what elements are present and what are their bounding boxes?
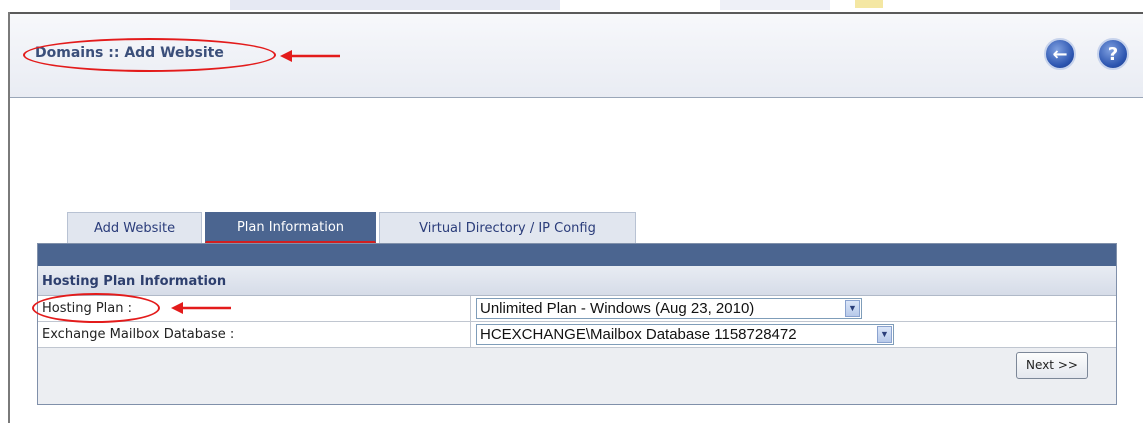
exchange-mailbox-value: HCEXCHANGE\Mailbox Database 1158728472 bbox=[480, 326, 797, 343]
next-button[interactable]: Next >> bbox=[1016, 352, 1088, 379]
back-arrow-icon: ← bbox=[1052, 43, 1068, 65]
decoration-shape bbox=[720, 0, 830, 10]
column-divider bbox=[470, 296, 471, 321]
plan-information-panel: Hosting Plan Information Hosting Plan : … bbox=[32, 243, 1117, 405]
page-header: Domains :: Add Website ← ? bbox=[10, 12, 1143, 98]
tab-plan-information[interactable]: Plan Information bbox=[205, 212, 376, 243]
tab-virtual-directory-ip-config[interactable]: Virtual Directory / IP Config bbox=[379, 212, 636, 243]
panel-header-bar bbox=[38, 244, 1116, 266]
annotation-arrow-icon bbox=[280, 50, 340, 62]
top-decoration-band bbox=[0, 0, 1143, 12]
help-question-icon: ? bbox=[1107, 43, 1119, 65]
back-button[interactable]: ← bbox=[1044, 38, 1076, 70]
chevron-down-icon[interactable]: ▼ bbox=[845, 300, 860, 317]
hosting-plan-value: Unlimited Plan - Windows (Aug 23, 2010) bbox=[480, 300, 755, 317]
tab-add-website[interactable]: Add Website bbox=[67, 212, 202, 243]
tab-label: Plan Information bbox=[236, 219, 345, 235]
column-divider bbox=[470, 322, 471, 347]
decoration-shape bbox=[855, 0, 883, 8]
chevron-down-icon[interactable]: ▼ bbox=[877, 326, 892, 343]
exchange-mailbox-label: Exchange Mailbox Database : bbox=[42, 327, 235, 342]
tab-label: Virtual Directory / IP Config bbox=[419, 220, 596, 236]
section-title: Hosting Plan Information bbox=[38, 266, 1116, 296]
help-button[interactable]: ? bbox=[1097, 38, 1129, 70]
annotation-arrow-icon bbox=[171, 302, 231, 314]
exchange-mailbox-select[interactable]: HCEXCHANGE\Mailbox Database 1158728472 ▼ bbox=[476, 324, 894, 345]
hosting-plan-select[interactable]: Unlimited Plan - Windows (Aug 23, 2010) … bbox=[476, 298, 862, 319]
exchange-mailbox-row: Exchange Mailbox Database : HCEXCHANGE\M… bbox=[38, 322, 1116, 348]
decoration-shape bbox=[230, 0, 560, 10]
annotation-ellipse-hosting-plan bbox=[32, 293, 160, 323]
panel-footer: Next >> bbox=[38, 348, 1116, 404]
tab-label: Add Website bbox=[93, 220, 176, 236]
annotation-ellipse-title bbox=[23, 38, 276, 72]
